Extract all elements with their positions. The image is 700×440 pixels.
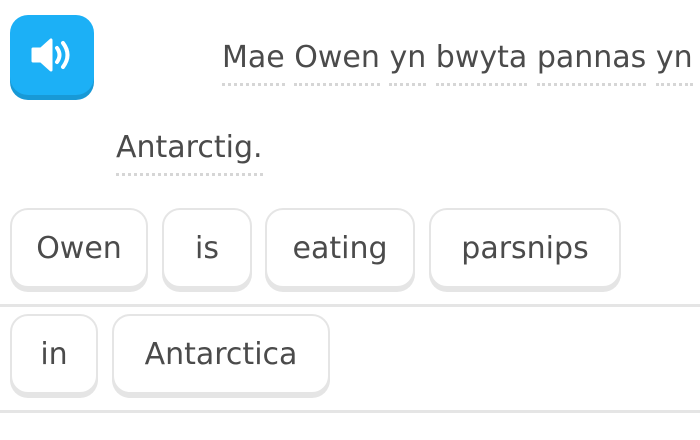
prompt-word[interactable]: bwyta	[435, 40, 528, 86]
word-tile[interactable]: eating	[265, 208, 415, 288]
prompt-word[interactable]: Antarctig.	[116, 130, 263, 176]
word-tile[interactable]: in	[10, 314, 98, 394]
prompt-word[interactable]: Owen	[294, 40, 380, 86]
prompt-word[interactable]: pannas	[536, 40, 647, 86]
word-tile[interactable]: parsnips	[429, 208, 621, 288]
word-tile[interactable]: Antarctica	[112, 314, 330, 394]
prompt-line-2: Antarctig.	[10, 128, 263, 176]
word-tile[interactable]: Owen	[10, 208, 148, 288]
answer-line-2: in Antarctica	[0, 314, 700, 413]
answer-line-1: Owen is eating parsnips	[0, 208, 700, 307]
play-audio-button[interactable]	[10, 15, 94, 95]
prompt-word[interactable]: yn	[389, 40, 427, 86]
speaker-icon	[31, 38, 70, 72]
word-tile[interactable]: is	[162, 208, 252, 288]
prompt-line-1: Mae Owen yn bwyta pannas yn Yr	[116, 38, 700, 86]
prompt-word[interactable]: yn	[655, 40, 693, 86]
prompt-word[interactable]: Mae	[222, 40, 285, 86]
